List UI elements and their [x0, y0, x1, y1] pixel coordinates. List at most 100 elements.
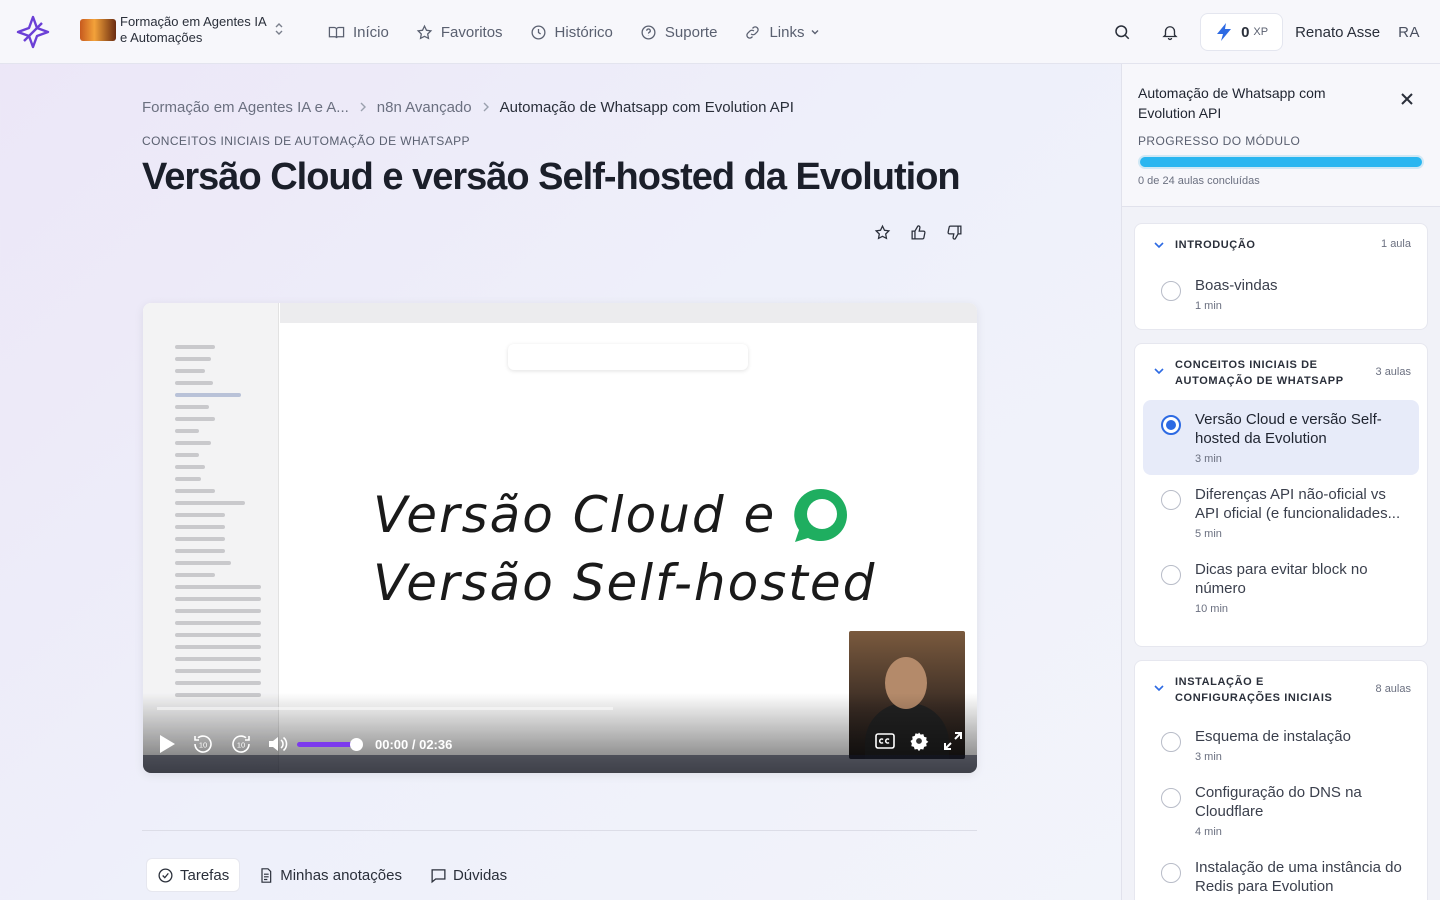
dislike-button[interactable] — [940, 218, 968, 246]
lesson-status-radio[interactable] — [1161, 281, 1181, 301]
seek-bar[interactable] — [157, 707, 613, 710]
course-selector[interactable]: Formação em Agentes IA e Automações — [80, 14, 284, 46]
module-count: 3 aulas — [1375, 366, 1411, 378]
lesson-duration: 3 min — [1195, 751, 1222, 763]
lesson-duration: 10 min — [1195, 603, 1229, 615]
lesson-title: Boas-vindas — [1195, 277, 1278, 294]
chevron-up-down-icon — [274, 21, 284, 39]
lesson-item[interactable]: Configuração do DNS na Cloudflare 4 min — [1143, 773, 1419, 848]
lesson-status-radio[interactable] — [1161, 732, 1181, 752]
course-name: Formação em Agentes IA e Automações — [120, 14, 266, 45]
logo-icon[interactable] — [16, 15, 50, 49]
video-controls-left: 10 10 00:00 / 02:36 — [157, 731, 452, 757]
forward-label: 10 — [237, 741, 245, 750]
current-time: 00:00 — [375, 736, 409, 752]
lesson-status-radio[interactable] — [1161, 565, 1181, 585]
module-header[interactable]: CONCEITOS INICIAIS DE AUTOMAÇÃO DE WHATS… — [1135, 344, 1427, 400]
notifications-button[interactable] — [1150, 12, 1190, 52]
play-icon — [160, 735, 175, 753]
lesson-status-radio[interactable] — [1161, 490, 1181, 510]
breadcrumb-course[interactable]: Formação em Agentes IA e A... — [142, 99, 349, 116]
lesson-status-radio[interactable] — [1161, 415, 1181, 435]
nav-historico[interactable]: Histórico — [530, 24, 613, 41]
lesson-item[interactable]: Dicas para evitar block no número 10 min — [1143, 550, 1419, 625]
lesson-tabs: Tarefas Minhas anotações Dúvidas — [146, 858, 525, 892]
search-button[interactable] — [1102, 12, 1142, 52]
check-circle-icon — [158, 867, 173, 883]
video-frame-toolbar — [508, 344, 748, 370]
nav-inicio-label: Início — [353, 23, 389, 41]
nav-inicio[interactable]: Início — [328, 24, 389, 41]
module-count: 8 aulas — [1375, 683, 1411, 695]
lesson-status-radio[interactable] — [1161, 788, 1181, 808]
main-nav: Início Favoritos Histórico Suporte Links — [328, 0, 847, 64]
volume-button[interactable] — [267, 734, 289, 754]
play-button[interactable] — [157, 733, 177, 755]
chevron-down-icon — [811, 30, 819, 35]
forward-icon: 10 — [232, 735, 250, 753]
module-title: INSTALAÇÃO E CONFIGURAÇÕES INICIAIS — [1175, 676, 1333, 704]
chevron-right-icon — [359, 99, 367, 116]
avatar[interactable]: RA — [1398, 24, 1420, 41]
module-header[interactable]: INTRODUÇÃO 1 aula — [1135, 224, 1427, 266]
forward-10-button[interactable]: 10 — [229, 732, 253, 756]
video-frame-taskbar — [143, 755, 977, 773]
video-controls-right — [861, 731, 963, 751]
lesson-duration: 3 min — [1195, 453, 1222, 465]
help-circle-icon — [641, 24, 656, 40]
page-title: Versão Cloud e versão Self-hosted da Evo… — [142, 156, 961, 198]
lesson-item[interactable]: Boas-vindas 1 min — [1143, 266, 1419, 322]
lesson-duration: 5 min — [1195, 528, 1222, 540]
xp-badge[interactable]: 0 XP — [1200, 13, 1284, 51]
volume-slider[interactable] — [297, 737, 363, 751]
breadcrumb-section[interactable]: n8n Avançado — [377, 99, 472, 116]
video-player[interactable]: Versão Cloud e Versão Self-hosted 10 10 … — [143, 303, 977, 773]
video-frame-tabs — [280, 303, 977, 323]
star-icon — [416, 24, 433, 40]
bell-icon — [1162, 26, 1178, 41]
fullscreen-button[interactable] — [943, 731, 963, 751]
close-panel-button[interactable] — [1392, 84, 1422, 114]
rewind-icon: 10 — [194, 735, 212, 753]
duration: 02:36 — [419, 736, 453, 752]
nav-suporte[interactable]: Suporte — [640, 24, 717, 41]
book-open-icon — [328, 26, 345, 38]
tab-duvidas[interactable]: Dúvidas — [420, 858, 517, 892]
like-button[interactable] — [904, 218, 932, 246]
lesson-status-radio[interactable] — [1161, 863, 1181, 883]
lesson-title: Dicas para evitar block no número — [1195, 561, 1368, 597]
chevron-right-icon — [482, 99, 490, 116]
module-title: INTRODUÇÃO — [1175, 239, 1256, 251]
nav-links[interactable]: Links — [744, 24, 820, 41]
course-thumbnail — [80, 19, 116, 41]
lesson-item[interactable]: Diferenças API não-oficial vs API oficia… — [1143, 475, 1419, 550]
nav-favoritos[interactable]: Favoritos — [416, 24, 503, 41]
user-name[interactable]: Renato Asse — [1295, 24, 1380, 41]
chevron-down-icon — [1154, 242, 1164, 249]
nav-historico-label: Histórico — [554, 23, 613, 41]
module-header[interactable]: INSTALAÇÃO E CONFIGURAÇÕES INICIAIS 8 au… — [1135, 661, 1427, 717]
lightning-icon — [1217, 23, 1232, 41]
tab-anotacoes[interactable]: Minhas anotações — [248, 858, 412, 892]
settings-button[interactable] — [909, 731, 929, 751]
captions-button[interactable] — [875, 733, 895, 749]
module-progress-label: PROGRESSO DO MÓDULO — [1138, 134, 1301, 148]
top-bar: Formação em Agentes IA e Automações Iníc… — [0, 0, 1440, 64]
lesson-section-label: CONCEITOS INICIAIS DE AUTOMAÇÃO DE WHATS… — [142, 134, 470, 148]
volume-knob[interactable] — [350, 737, 363, 751]
rewind-10-button[interactable]: 10 — [191, 732, 215, 756]
tab-tarefas[interactable]: Tarefas — [146, 858, 241, 892]
lesson-item-active[interactable]: Versão Cloud e versão Self-hosted da Evo… — [1143, 400, 1419, 475]
document-icon — [261, 867, 272, 883]
favorite-button[interactable] — [868, 218, 896, 246]
content-divider — [142, 830, 977, 831]
time-display: 00:00 / 02:36 — [375, 736, 453, 752]
lesson-item[interactable]: Esquema de instalação 3 min — [1143, 717, 1419, 773]
lesson-title: Esquema de instalação — [1195, 728, 1351, 745]
captions-icon — [875, 733, 895, 749]
lesson-duration: 4 min — [1195, 826, 1222, 838]
module-panel-header: Automação de Whatsapp com Evolution API … — [1122, 64, 1440, 207]
search-icon — [1115, 25, 1130, 40]
lesson-item[interactable]: Instalação de uma instância do Redis par… — [1143, 848, 1419, 900]
lesson-title: Instalação de uma instância do Redis par… — [1195, 859, 1402, 895]
